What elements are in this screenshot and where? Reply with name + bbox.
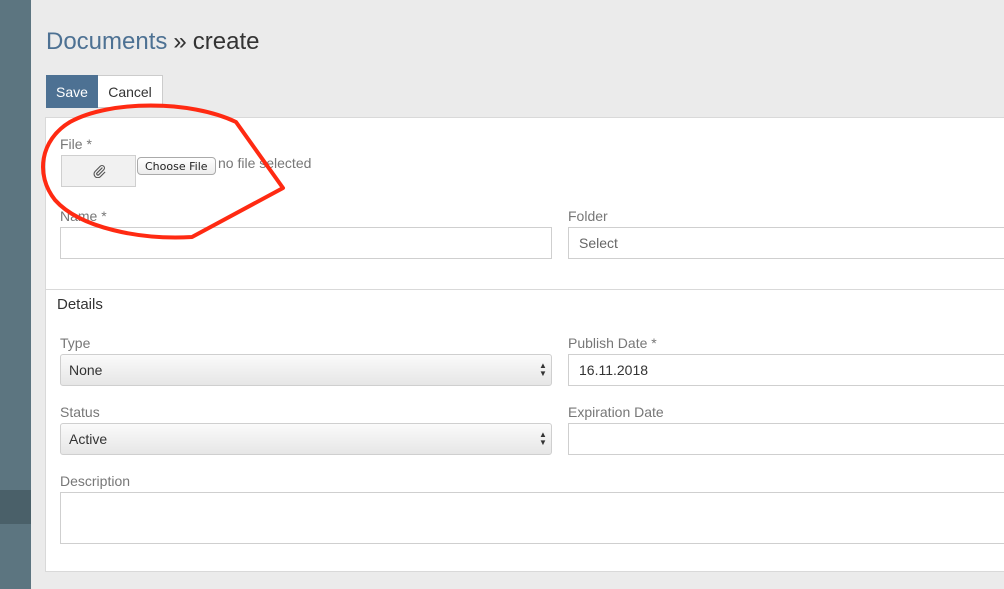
expiration-date-input[interactable] (568, 423, 1004, 455)
publish-date-label: Publish Date * (568, 335, 657, 351)
select-arrows-icon: ▲ ▼ (539, 430, 547, 447)
folder-label: Folder (568, 208, 608, 224)
document-form-panel: File * Choose File no file selected Name… (45, 117, 1004, 572)
sidebar (0, 0, 31, 589)
file-status-text: no file selected (218, 155, 312, 171)
file-label: File * (60, 136, 92, 152)
toolbar: Save Cancel (46, 75, 163, 108)
name-input[interactable] (60, 227, 552, 259)
breadcrumb: Documents» create (46, 27, 259, 57)
name-label: Name * (60, 208, 107, 224)
sidebar-active-item[interactable] (0, 490, 31, 524)
type-select[interactable]: None ▲ ▼ (60, 354, 552, 386)
cancel-button[interactable]: Cancel (98, 75, 163, 108)
breadcrumb-current: create (192, 28, 260, 55)
description-textarea[interactable] (60, 492, 1004, 544)
description-label: Description (60, 473, 131, 489)
details-section-title: Details (57, 296, 103, 313)
breadcrumb-separator: » (173, 28, 187, 55)
expiration-date-label: Expiration Date (568, 404, 664, 420)
section-divider (46, 289, 1004, 290)
status-select[interactable]: Active ▲ ▼ (60, 423, 552, 455)
breadcrumb-documents-link[interactable]: Documents (46, 28, 167, 55)
type-select-value: None (69, 362, 103, 378)
select-arrows-icon: ▲ ▼ (539, 361, 547, 378)
choose-file-button[interactable]: Choose File (137, 157, 216, 175)
file-drop-box[interactable] (61, 155, 136, 187)
publish-date-input[interactable]: 16.11.2018 (568, 354, 1004, 386)
type-label: Type (60, 335, 91, 351)
save-button[interactable]: Save (46, 75, 98, 108)
folder-select[interactable]: Select (568, 227, 1004, 259)
status-label: Status (60, 404, 100, 420)
paperclip-icon (93, 165, 105, 178)
status-select-value: Active (69, 431, 108, 447)
